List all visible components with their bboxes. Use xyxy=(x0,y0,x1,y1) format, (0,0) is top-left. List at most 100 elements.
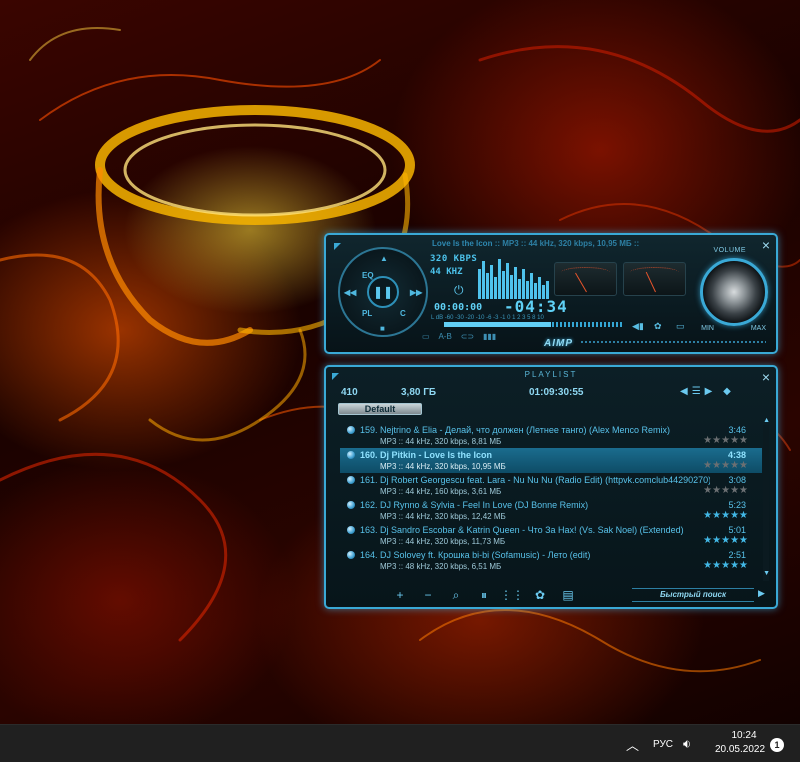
close-icon[interactable]: × xyxy=(762,238,770,252)
pl-button[interactable]: PL xyxy=(362,309,372,318)
playlist-title: PLAYLIST xyxy=(524,370,578,379)
spectrum-analyzer xyxy=(478,259,549,299)
input-language[interactable]: РУС xyxy=(653,739,673,750)
track-format: :: MP3 :: 44 kHz, 320 kbps, 10,95 МБ :: xyxy=(492,239,640,248)
repeat-icon[interactable]: ⊂⊃ xyxy=(461,332,474,341)
track-bullet-icon xyxy=(347,551,355,559)
eq-button[interactable]: EQ xyxy=(362,271,374,280)
settings-icon[interactable]: ✿ xyxy=(526,588,554,602)
track-title: 159. Nejtrino & Elia - Делай, что должен… xyxy=(360,425,670,435)
speaker-icon[interactable]: ◀▮ xyxy=(632,321,644,332)
playlist-track-count: 410 xyxy=(341,387,358,398)
document-icon[interactable]: ▤ xyxy=(554,588,582,602)
track-name: Love Is the Icon xyxy=(432,239,493,248)
clock-date[interactable]: 20.05.2022 xyxy=(710,744,770,755)
display-icon[interactable]: ▭ xyxy=(676,321,685,332)
vu-meter-right xyxy=(623,262,686,296)
playlist-window[interactable]: PLAYLIST × 410 3,80 ГБ 01:09:30:55 ◀☰▶ ◆… xyxy=(324,365,778,609)
speaker-icon[interactable]: 🔉︎ xyxy=(683,736,691,752)
playlist-tab-default[interactable]: Default xyxy=(338,403,422,415)
track-info-line: Love Is the Icon :: MP3 :: 44 kHz, 320 k… xyxy=(432,239,662,248)
track-bullet-icon xyxy=(347,476,355,484)
track-rating[interactable]: ★★★★★ xyxy=(703,560,748,571)
track-title: 161. Dj Robert Georgescu feat. Lara - Nu… xyxy=(360,475,710,485)
playlist-row[interactable]: 159. Nejtrino & Elia - Делай, что должен… xyxy=(340,423,762,448)
prev-icon[interactable]: ◀◀ xyxy=(344,288,356,297)
remaining-time: -04:34 xyxy=(504,297,568,316)
square-icon[interactable]: ■ xyxy=(380,324,385,333)
taskbar: ︿ РУС 🔉︎ 10:24 20.05.2022 1 xyxy=(0,724,800,762)
stop-icon[interactable]: ▲ xyxy=(380,254,388,263)
track-title: 164. DJ Solovey ft. Крошка bi-bi (Sofamu… xyxy=(360,550,591,560)
pause-list-icon[interactable]: ⏸ xyxy=(470,588,498,603)
playlist-row[interactable]: 164. DJ Solovey ft. Крошка bi-bi (Sofamu… xyxy=(340,548,762,573)
bars-icon[interactable]: ▮▮▮ xyxy=(483,332,496,341)
track-rating[interactable]: ★★★★★ xyxy=(703,535,748,546)
volume-min-label: MIN xyxy=(701,325,714,332)
scroll-up-icon[interactable]: ▲ xyxy=(763,417,770,424)
clock-time[interactable]: 10:24 xyxy=(716,730,772,741)
samplerate-display: 44 KHZ xyxy=(430,267,463,277)
track-meta: MP3 :: 44 kHz, 160 kbps, 3,61 МБ xyxy=(380,487,502,496)
next-icon[interactable]: ▶▶ xyxy=(410,288,422,297)
track-rating[interactable]: ★★★★★ xyxy=(703,460,748,471)
track-meta: MP3 :: 48 kHz, 320 kbps, 6,51 МБ xyxy=(380,562,502,571)
track-bullet-icon xyxy=(347,426,355,434)
playlist-close-icon[interactable]: × xyxy=(762,370,770,384)
equalizer-scale: L dB -60 -30 -20 -10 -6 -3 -1 0 1 2 3 5 … xyxy=(431,315,544,321)
settings-icon[interactable]: ✿ xyxy=(654,321,662,332)
remove-icon[interactable]: − xyxy=(414,588,442,602)
track-duration: 3:46 xyxy=(728,425,746,435)
track-bullet-icon xyxy=(347,526,355,534)
search-icon[interactable]: ⌕ xyxy=(442,588,470,603)
equalizer-bar[interactable] xyxy=(444,322,622,327)
track-rating[interactable]: ★★★★★ xyxy=(703,510,748,521)
track-duration: 2:51 xyxy=(728,550,746,560)
aimp-player-window[interactable]: × Love Is the Icon :: MP3 :: 44 kHz, 320… xyxy=(324,233,778,354)
track-title: 162. DJ Rynno & Sylvia - Feel In Love (D… xyxy=(360,500,589,510)
elapsed-time: 00:00:00 xyxy=(434,302,483,313)
playlist-row[interactable]: 163. Dj Sandro Escobar & Katrin Queen - … xyxy=(340,523,762,548)
menu-corner-icon[interactable] xyxy=(334,243,341,250)
volume-label: VOLUME xyxy=(713,247,746,254)
track-duration: 5:23 xyxy=(728,500,746,510)
track-title: 160. Dj Pitkin - Love Is the Icon xyxy=(360,450,493,460)
playlist-total-size: 3,80 ГБ xyxy=(401,387,437,398)
desktop-wallpaper xyxy=(0,0,800,724)
playlist-row[interactable]: 161. Dj Robert Georgescu feat. Lara - Nu… xyxy=(340,473,762,498)
track-duration: 3:08 xyxy=(728,475,746,485)
quick-search-next-icon[interactable]: ▶ xyxy=(758,588,765,599)
quick-search-input[interactable]: Быстрый поиск xyxy=(632,588,754,602)
track-rating[interactable]: ★★★★★ xyxy=(703,435,748,446)
track-title: 163. Dj Sandro Escobar & Katrin Queen - … xyxy=(360,525,684,535)
volume-knob-icon[interactable] xyxy=(700,258,768,326)
playlist-total-duration: 01:09:30:55 xyxy=(529,387,584,398)
playlist-row-active[interactable]: 160. Dj Pitkin - Love Is the Icon MP3 ::… xyxy=(340,448,762,473)
track-meta: MP3 :: 44 kHz, 320 kbps, 12,42 МБ xyxy=(380,512,506,521)
track-meta: MP3 :: 44 kHz, 320 kbps, 10,95 МБ xyxy=(380,462,506,471)
playlist-scrollbar[interactable] xyxy=(763,425,769,581)
add-icon[interactable]: + xyxy=(386,588,414,602)
power-icon[interactable]: ⏻ xyxy=(454,283,464,298)
grid-icon[interactable]: ⋮⋮ xyxy=(498,588,526,602)
track-bullet-icon xyxy=(347,501,355,509)
window-icon[interactable]: ▭ xyxy=(422,332,430,341)
track-rating[interactable]: ★★★★★ xyxy=(703,485,748,496)
play-pause-icon[interactable]: ❚❚ xyxy=(367,276,399,308)
playlist-toolbar: + − ⌕ ⏸ ⋮⋮ ✿ ▤ xyxy=(386,588,582,603)
bitrate-display: 320 KBPS xyxy=(430,254,478,264)
ab-repeat-button[interactable]: A-B xyxy=(438,332,451,341)
player-bottom-bar: ▭ A-B ⊂⊃ ▮▮▮ xyxy=(422,332,496,341)
c-button[interactable]: C xyxy=(400,309,406,318)
notification-badge[interactable]: 1 xyxy=(770,738,784,752)
scroll-down-icon[interactable]: ▼ xyxy=(763,570,770,577)
control-wheel[interactable]: ▲ EQ ◀◀ ▶▶ ❚❚ PL C ■ xyxy=(338,247,428,337)
seek-bar[interactable] xyxy=(581,341,766,343)
chevron-up-icon[interactable]: ︿ xyxy=(626,735,639,754)
playlist-row[interactable]: 162. DJ Rynno & Sylvia - Feel In Love (D… xyxy=(340,498,762,523)
track-duration: 5:01 xyxy=(728,525,746,535)
track-meta: MP3 :: 44 kHz, 320 kbps, 11,73 МБ xyxy=(380,537,506,546)
playlist-nav-icons[interactable]: ◀☰▶ ◆ xyxy=(680,386,735,397)
vu-meter-left xyxy=(554,262,617,296)
track-bullet-icon xyxy=(347,451,355,459)
